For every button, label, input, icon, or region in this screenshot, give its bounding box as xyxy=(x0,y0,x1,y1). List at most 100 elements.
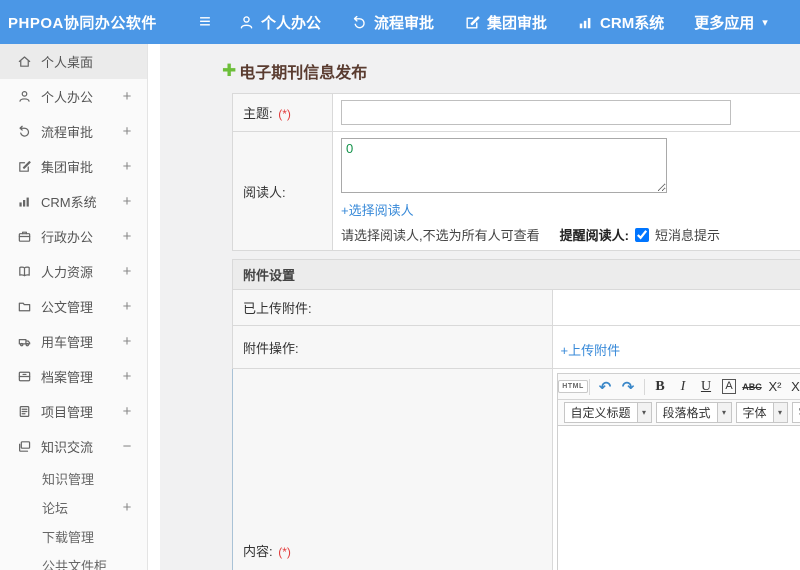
sidebar-item-流程审批[interactable]: 流程审批 + xyxy=(0,114,147,149)
topnav-item-个人办公[interactable]: 个人办公 xyxy=(238,12,321,33)
sidebar-subitem-下载管理[interactable]: 下载管理 xyxy=(0,522,147,551)
page-title: ✚ 电子期刊信息发布 xyxy=(222,59,800,83)
caret-down-icon: ▾ xyxy=(772,403,787,422)
sidebar-item-CRM系统[interactable]: CRM系统 + xyxy=(0,184,147,219)
sidebar-subitem-知识管理[interactable]: 知识管理 xyxy=(0,464,147,493)
topbar-nav: 个人办公 流程审批 集团审批 CRM系统 更多应用 ▾ xyxy=(238,12,768,33)
superscript-button[interactable]: X² xyxy=(765,376,786,397)
car-icon xyxy=(17,334,32,349)
user-icon xyxy=(17,89,32,104)
expand-plus-icon[interactable]: + xyxy=(121,88,133,105)
paragraph-format-select[interactable]: 段落格式 ▾ xyxy=(655,402,732,423)
sidebar-item-知识交流[interactable]: 知识交流 − xyxy=(0,429,147,464)
uploaded-attachments-row: 已上传附件: xyxy=(232,289,800,326)
expand-plus-icon[interactable]: + xyxy=(121,263,133,280)
sidebar-subitem-论坛[interactable]: 论坛 + xyxy=(0,493,147,522)
subject-row: 主题: (*) xyxy=(232,93,800,132)
caret-down-icon: ▾ xyxy=(762,16,768,29)
sidebar-item-人力资源[interactable]: 人力资源 + xyxy=(0,254,147,289)
editor-toolbar-row1: HTML↶↷BIUAABCX²X₂✒✦▾“TA▾✎▾▾ xyxy=(557,374,800,400)
readers-hint-text: 请选择阅读人,不选为所有人可查看 xyxy=(341,228,540,243)
topbar: PHPOA协同办公软件 ≡ 个人办公 流程审批 集团审批 CRM系统 更多应用 ▾ xyxy=(0,0,800,44)
font-border-button[interactable]: A xyxy=(719,376,740,397)
select-readers-link[interactable]: +选择阅读人 xyxy=(341,200,414,219)
topnav-item-更多应用[interactable]: 更多应用 ▾ xyxy=(694,12,768,33)
collapse-minus-icon[interactable]: − xyxy=(121,438,133,455)
readers-row: 阅读人: 0 +选择阅读人 请选择阅读人,不选为所有人可查看 提醒阅读人: 短消… xyxy=(232,131,800,251)
expand-plus-icon[interactable]: + xyxy=(121,368,133,385)
font-family-select[interactable]: 字体 ▾ xyxy=(735,402,788,423)
home-icon xyxy=(17,54,32,69)
italic-button[interactable]: I xyxy=(673,376,694,397)
archive-icon xyxy=(17,369,32,384)
sidebar: 个人桌面 个人办公 + 流程审批 + 集团审批 + CRM系统 + 行政办公 + 人力资源 + 公文管理 +… xyxy=(0,44,148,570)
sms-notify-checkbox[interactable] xyxy=(634,227,649,242)
bold-button[interactable]: B xyxy=(650,376,671,397)
expand-plus-icon[interactable]: + xyxy=(121,193,133,210)
rich-text-editor: HTML↶↷BIUAABCX²X₂✒✦▾“TA▾✎▾▾ 自定义标题▾段落格式▾字… xyxy=(556,373,800,570)
subscript-button[interactable]: X₂ xyxy=(788,376,800,397)
workflow-icon xyxy=(351,14,368,31)
sidebar-item-集团审批[interactable]: 集团审批 + xyxy=(0,149,147,184)
edit-icon xyxy=(17,159,32,174)
sidebar-item-档案管理[interactable]: 档案管理 + xyxy=(0,359,147,394)
custom-title-select[interactable]: 自定义标题 ▾ xyxy=(563,402,652,423)
expand-plus-icon[interactable]: + xyxy=(121,403,133,420)
expand-plus-icon[interactable]: + xyxy=(121,333,133,350)
book-icon xyxy=(17,264,32,279)
expand-plus-icon[interactable]: + xyxy=(121,298,133,315)
caret-down-icon: ▾ xyxy=(716,403,731,422)
html-source-button[interactable]: HTML xyxy=(558,376,588,397)
app-brand: PHPOA协同办公软件 xyxy=(8,14,157,32)
topnav-item-流程审批[interactable]: 流程审批 xyxy=(351,12,434,33)
page-title-text: 电子期刊信息发布 xyxy=(239,65,368,82)
expand-plus-icon[interactable]: + xyxy=(121,123,133,140)
sidebar-item-行政办公[interactable]: 行政办公 + xyxy=(0,219,147,254)
attachment-action-row: 附件操作: +上传附件 xyxy=(232,325,800,369)
sidebar-item-个人办公[interactable]: 个人办公 + xyxy=(0,79,147,114)
sidebar-item-用车管理[interactable]: 用车管理 + xyxy=(0,324,147,359)
hamburger-menu-icon[interactable]: ≡ xyxy=(190,12,220,32)
content-label: 内容: xyxy=(243,543,273,559)
underline-button[interactable]: U xyxy=(696,376,717,397)
edit-icon xyxy=(464,14,481,31)
user-icon xyxy=(238,14,255,31)
chart-icon xyxy=(577,14,594,31)
editor-toolbar-row2: 自定义标题▾段落格式▾字体▾字号▾ xyxy=(557,400,800,426)
add-plus-icon: ✚ xyxy=(222,61,237,80)
expand-plus-icon[interactable]: + xyxy=(121,158,133,175)
toolbar-separator xyxy=(643,378,645,395)
sidebar-item-个人桌面[interactable]: 个人桌面 xyxy=(0,44,147,79)
undo-button[interactable]: ↶ xyxy=(595,376,616,397)
expand-plus-icon[interactable]: + xyxy=(121,228,133,245)
chart-icon xyxy=(17,194,32,209)
workflow-icon xyxy=(17,124,32,139)
caret-down-icon: ▾ xyxy=(636,403,651,422)
content-row: 内容: (*) HTML↶↷BIUAABCX²X₂✒✦▾“TA▾✎▾▾ 自定义标… xyxy=(232,368,800,570)
expand-plus-icon[interactable]: + xyxy=(121,499,133,516)
project-icon xyxy=(17,404,32,419)
topnav-item-CRM系统[interactable]: CRM系统 xyxy=(577,12,664,33)
redo-button[interactable]: ↷ xyxy=(618,376,639,397)
remind-readers-label: 提醒阅读人: xyxy=(559,228,629,243)
sidebar-item-项目管理[interactable]: 项目管理 + xyxy=(0,394,147,429)
readers-textarea[interactable]: 0 xyxy=(341,138,667,193)
subject-readers-table: 主题: (*) 阅读人: 0 +选择阅读人 请选择阅读人,不选为所有人可查看 提… xyxy=(232,93,800,251)
subject-label: 主题: xyxy=(243,106,273,121)
sidebar-subitem-公共文件柜[interactable]: 公共文件柜 xyxy=(0,551,147,570)
sms-notify-label: 短消息提示 xyxy=(654,228,720,243)
sidebar-item-公文管理[interactable]: 公文管理 + xyxy=(0,289,147,324)
chat-icon xyxy=(17,439,32,454)
subject-input[interactable] xyxy=(341,100,731,125)
font-size-select[interactable]: 字号▾ xyxy=(791,402,800,423)
strikethrough-button[interactable]: ABC xyxy=(742,376,763,397)
upload-attachment-link[interactable]: +上传附件 xyxy=(561,340,621,359)
editor-content-area[interactable] xyxy=(557,426,800,570)
briefcase-icon xyxy=(17,229,32,244)
uploaded-attachments-value xyxy=(551,289,800,326)
main-content: ✚ 电子期刊信息发布 主题: (*) 阅读人: 0 +选择阅读人 请选择阅读人,… xyxy=(160,44,800,570)
sidebar-gutter xyxy=(149,44,160,570)
subject-required-mark: (*) xyxy=(278,107,291,121)
topnav-item-集团审批[interactable]: 集团审批 xyxy=(464,12,547,33)
content-required-mark: (*) xyxy=(278,544,291,559)
